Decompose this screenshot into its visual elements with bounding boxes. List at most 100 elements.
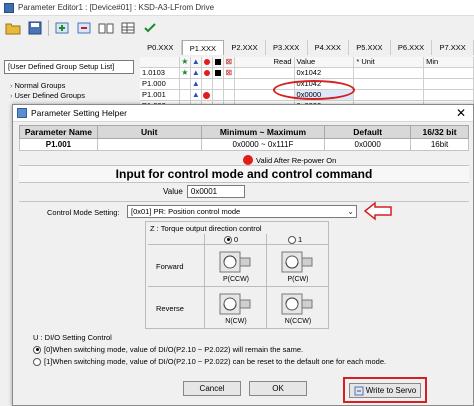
torque-direction-grid: 0 1 Forward Reverse P(CCW) P(CW) N(CW) N…	[148, 234, 328, 328]
ok-button[interactable]: OK	[249, 381, 307, 396]
col-bit: 16/32 bit	[410, 125, 469, 139]
dialog-title-bar: Parameter Setting Helper ✕	[13, 105, 473, 122]
tab-p2[interactable]: P2.XXX	[224, 40, 266, 55]
tree-label: User Defined Groups	[14, 91, 85, 100]
check-icon[interactable]	[141, 19, 159, 37]
table-row[interactable]: 1.0103 ★ ▲ ⊠ 0x1042	[140, 68, 474, 79]
value-input[interactable]: 0x0001	[186, 185, 245, 198]
parameter-info-table: Parameter Name Unit Minimum ~ Maximum De…	[19, 125, 469, 151]
divider	[19, 201, 469, 202]
row-number: P1.001	[140, 90, 180, 100]
dialog-title: Parameter Setting Helper	[31, 108, 127, 118]
tree-label: Normal Groups	[14, 81, 66, 90]
control-mode-value: [0x01] PR: Position control mode	[131, 207, 241, 216]
chevron-right-icon: ›	[10, 81, 13, 90]
radio-u0[interactable]	[33, 345, 41, 354]
editor-title-bar: Parameter Editor1 : [Device#01] : KSD-A3…	[0, 0, 474, 16]
tab-p6[interactable]: P6.XXX	[390, 40, 433, 55]
row-min	[424, 68, 474, 78]
section-heading: Input for control mode and control comma…	[19, 165, 469, 183]
grid-header-unit-label: Unit	[361, 57, 375, 66]
crossed-square-icon: ⊠	[224, 57, 235, 67]
empty-icon-cell	[224, 90, 235, 100]
red-arrow-icon	[363, 201, 392, 221]
torque-direction-label: Z : Torque output direction control	[150, 224, 262, 233]
control-mode-label: Control Mode Setting:	[47, 208, 120, 217]
red-dot-icon	[202, 68, 213, 78]
compare-icon[interactable]	[97, 19, 115, 37]
torque-direction-box: Z : Torque output direction control 0 1 …	[145, 221, 329, 329]
radio-z1[interactable]	[288, 235, 296, 244]
row-number: P1.000	[140, 79, 180, 89]
triangle-icon: ▲	[191, 90, 202, 100]
star-icon: ★	[180, 68, 191, 78]
tree-normal-groups[interactable]: › Normal Groups	[10, 81, 65, 90]
parameter-tabs: P0.XXX P1.XXX P2.XXX P3.XXX P4.XXX P5.XX…	[140, 40, 474, 55]
radio-u1[interactable]	[33, 357, 41, 366]
tab-p1[interactable]: P1.XXX	[181, 40, 225, 55]
parameter-info-row: P1.001 0x0000 ~ 0x111F 0x0000 16bit	[19, 138, 469, 151]
row-forward-label: Forward	[156, 262, 184, 271]
black-square-icon	[213, 68, 224, 78]
cancel-button[interactable]: Cancel	[183, 381, 241, 396]
grid-header-unit: * Unit	[354, 57, 425, 67]
group-pane: [User Defined Group Setup List] › Normal …	[0, 40, 140, 100]
grid-line	[204, 234, 205, 328]
close-icon[interactable]: ✕	[449, 105, 473, 122]
read-device-icon[interactable]	[53, 19, 71, 37]
star-icon: ★	[180, 57, 191, 67]
save-file-icon[interactable]	[26, 19, 44, 37]
row-min	[424, 90, 474, 100]
tab-p3[interactable]: P3.XXX	[265, 40, 308, 55]
param-range-cell: 0x0000 ~ 0x111F	[200, 138, 326, 151]
col-unit: Unit	[96, 125, 202, 139]
write-to-servo-button[interactable]: Write to Servo	[349, 383, 421, 398]
motor-caption: P(CW)	[287, 276, 309, 283]
z-option-0[interactable]: 0	[224, 235, 238, 244]
param-bit-cell: 16bit	[410, 138, 469, 151]
col-default: Default	[324, 125, 412, 139]
row-unit	[354, 79, 425, 89]
param-unit-cell	[96, 138, 202, 151]
row-reverse-label: Reverse	[156, 304, 184, 313]
empty-icon-cell	[202, 79, 213, 89]
dio-option-0[interactable]: [0]When switching mode, value of DI/O(P2…	[33, 345, 469, 354]
table-icon[interactable]	[119, 19, 137, 37]
empty-icon-cell	[180, 90, 191, 100]
motor-caption: P(CCW)	[222, 276, 250, 283]
tab-p5[interactable]: P5.XXX	[349, 40, 391, 55]
row-read	[235, 68, 295, 78]
open-file-icon[interactable]	[4, 19, 22, 37]
dio-option-1[interactable]: [1]When switching mode, value of DI/O(P2…	[33, 357, 469, 366]
dio-option-label: [1]When switching mode, value of DI/O(P2…	[44, 357, 387, 366]
grid-cell	[140, 57, 180, 67]
value-highlight-ellipse	[273, 80, 355, 100]
radio-z0[interactable]	[224, 235, 232, 244]
z-option-1[interactable]: 1	[288, 235, 302, 244]
parameter-setting-helper-dialog: Parameter Setting Helper ✕ Parameter Nam…	[12, 104, 474, 406]
write-device-icon[interactable]	[75, 19, 93, 37]
editor-toolbar	[0, 16, 474, 40]
dio-setting-label: U : DI/O Setting Control	[33, 333, 112, 342]
grid-header-row: ★ ▲ ⊠ Read Value * Unit Min	[140, 57, 474, 68]
red-dot-icon	[243, 155, 253, 165]
row-value[interactable]: 0x1042	[295, 68, 355, 78]
empty-icon-cell	[180, 79, 191, 89]
tab-p4[interactable]: P4.XXX	[307, 40, 350, 55]
empty-icon-cell	[224, 79, 235, 89]
chevron-right-icon: ›	[10, 91, 13, 100]
control-mode-select[interactable]: [0x01] PR: Position control mode ⌄	[127, 205, 357, 218]
group-setup-select[interactable]: [User Defined Group Setup List]	[4, 60, 134, 74]
parameter-info-header: Parameter Name Unit Minimum ~ Maximum De…	[19, 125, 469, 139]
editor-title: Parameter Editor1 : [Device#01] : KSD-A3…	[18, 3, 215, 12]
dialog-app-icon	[17, 108, 27, 118]
grid-line	[148, 244, 328, 245]
app-icon	[4, 2, 14, 13]
value-label: Value	[163, 187, 183, 196]
empty-icon-cell	[213, 90, 224, 100]
tree-user-defined-groups[interactable]: › User Defined Groups	[10, 91, 85, 100]
tab-p0[interactable]: P0.XXX	[140, 40, 182, 55]
black-square-icon	[213, 57, 224, 67]
tab-p7[interactable]: P7.XXX	[432, 40, 474, 55]
triangle-icon: ▲	[191, 79, 202, 89]
